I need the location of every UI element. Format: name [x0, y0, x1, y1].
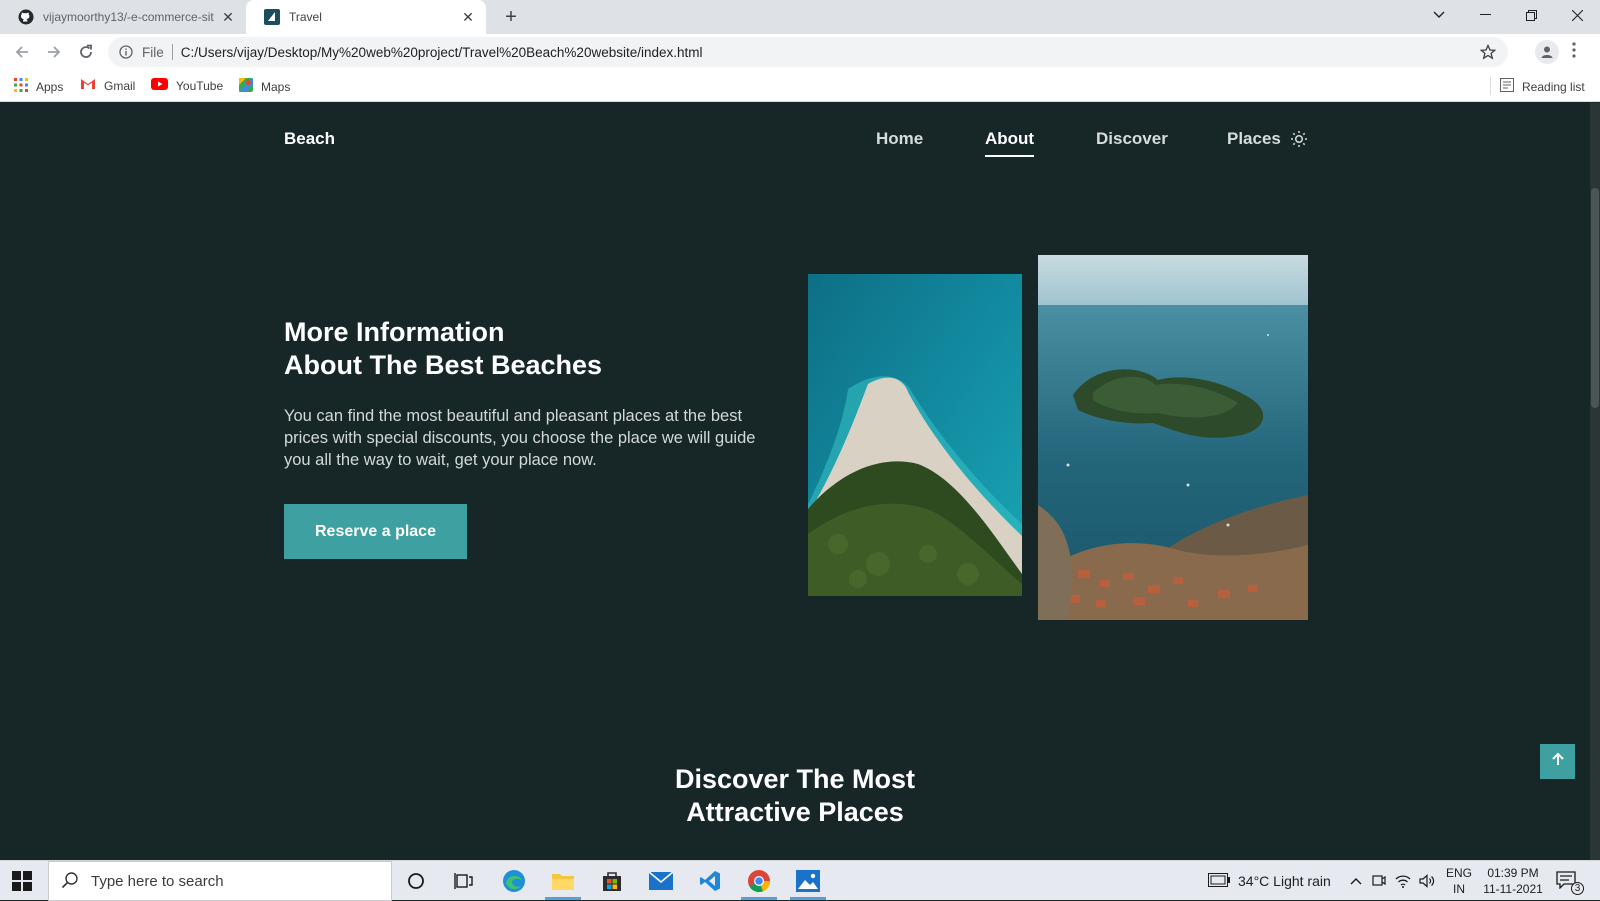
- page-viewport: Beach Home About Discover Places More In…: [0, 103, 1600, 860]
- bookmark-label: Apps: [36, 79, 64, 94]
- url-text[interactable]: C:/Users/vijay/Desktop/My%20web%20projec…: [181, 45, 703, 60]
- reserve-place-button[interactable]: Reserve a place: [284, 504, 467, 559]
- about-image-beach: [808, 274, 1022, 596]
- bookmark-gmail[interactable]: Gmail: [80, 78, 135, 93]
- input-language-indicator[interactable]: ENG IN: [1444, 865, 1474, 897]
- tab-travel[interactable]: Travel ✕: [246, 0, 486, 34]
- chrome-icon[interactable]: [735, 861, 783, 901]
- about-title-line2: About The Best Beaches: [284, 350, 603, 380]
- sun-theme-toggle-icon[interactable]: [1290, 130, 1308, 148]
- task-view-icon[interactable]: [440, 861, 488, 901]
- arrow-up-icon: [1551, 752, 1565, 771]
- volume-speaker-icon[interactable]: [1419, 861, 1435, 901]
- search-icon: [61, 871, 81, 891]
- discover-title-line2: Attractive Places: [686, 797, 904, 827]
- bookmark-youtube[interactable]: YouTube: [151, 78, 223, 93]
- new-tab-button[interactable]: +: [498, 4, 524, 30]
- weather-widget[interactable]: 34°C Light rain: [1208, 861, 1331, 901]
- discover-section-title: Discover The Most Attractive Places: [600, 763, 990, 829]
- scheme-label: File: [142, 44, 164, 60]
- more-menu-icon[interactable]: [1572, 42, 1580, 63]
- windows-start-icon[interactable]: [12, 871, 34, 891]
- action-center-notifications[interactable]: 3: [1556, 861, 1584, 901]
- restore-icon[interactable]: [1508, 0, 1554, 30]
- clock-time: 01:39 PM: [1487, 866, 1539, 880]
- battery-weather-icon: [1208, 872, 1230, 890]
- bookmark-label: Gmail: [104, 78, 136, 93]
- bookmark-apps[interactable]: Apps: [14, 78, 63, 95]
- photos-icon[interactable]: [784, 861, 832, 901]
- nav-discover[interactable]: Discover: [1096, 129, 1168, 149]
- scroll-to-top-button[interactable]: [1540, 744, 1575, 779]
- youtube-icon: [151, 78, 168, 93]
- tab-search-chevron-icon[interactable]: [1416, 0, 1462, 30]
- about-title-line1: More Information: [284, 317, 505, 347]
- close-window-icon[interactable]: [1554, 0, 1600, 30]
- discover-title-line1: Discover The Most: [674, 764, 916, 794]
- profile-avatar-icon[interactable]: [1535, 40, 1559, 64]
- forward-arrow-icon[interactable]: [42, 40, 66, 64]
- bookmark-label: Maps: [261, 79, 291, 94]
- back-arrow-icon[interactable]: [10, 40, 34, 64]
- maps-icon: [239, 78, 253, 95]
- search-placeholder: Type here to search: [91, 872, 224, 890]
- browser-tab-strip: vijaymoorthy13/-e-commerce-sit ✕ Travel …: [0, 0, 1600, 34]
- tab-title: Travel: [289, 10, 322, 24]
- browser-toolbar: File C:/Users/vijay/Desktop/My%20web%20p…: [0, 34, 1600, 70]
- microsoft-store-icon[interactable]: [588, 861, 636, 901]
- about-description: You can find the most beautiful and plea…: [284, 407, 756, 469]
- reading-list-label: Reading list: [1522, 79, 1585, 94]
- show-hidden-icons-chevron-icon[interactable]: [1350, 861, 1362, 901]
- meet-now-icon[interactable]: [1372, 861, 1386, 901]
- notification-count: 3: [1571, 882, 1584, 895]
- page-scrollbar[interactable]: [1590, 103, 1600, 860]
- reading-list-button[interactable]: Reading list: [1490, 77, 1585, 95]
- address-divider: [171, 44, 173, 60]
- lang-line2: IN: [1453, 882, 1465, 896]
- tab-github[interactable]: vijaymoorthy13/-e-commerce-sit ✕: [0, 0, 246, 34]
- bookmarks-bar: Apps Gmail YouTube Maps Reading list: [0, 70, 1600, 102]
- site-logo[interactable]: Beach: [284, 129, 335, 149]
- reload-icon[interactable]: [74, 40, 98, 64]
- site-info-icon[interactable]: [118, 44, 134, 60]
- nav-places[interactable]: Places: [1227, 129, 1281, 149]
- about-title: More Information About The Best Beaches: [284, 316, 764, 382]
- taskbar-search-box[interactable]: Type here to search: [48, 861, 392, 901]
- file-explorer-icon[interactable]: [539, 861, 587, 901]
- edge-browser-icon[interactable]: [490, 861, 538, 901]
- address-bar[interactable]: File C:/Users/vijay/Desktop/My%20web%20p…: [108, 37, 1508, 67]
- cortana-icon[interactable]: [392, 861, 440, 901]
- github-icon: [18, 9, 34, 25]
- vscode-icon[interactable]: [686, 861, 734, 901]
- apps-grid-icon: [14, 78, 28, 95]
- scrollbar-thumb[interactable]: [1591, 188, 1599, 408]
- windows-taskbar: Type here to search 34°C Light rain ENG …: [0, 860, 1600, 901]
- gmail-icon: [80, 78, 96, 93]
- site-header: Beach Home About Discover Places: [0, 103, 1590, 175]
- minimize-icon[interactable]: [1462, 0, 1508, 30]
- close-tab-icon[interactable]: ✕: [458, 9, 478, 26]
- nav-home[interactable]: Home: [876, 129, 923, 149]
- lang-line1: ENG: [1445, 866, 1472, 880]
- travel-favicon-icon: [264, 9, 280, 25]
- bookmark-maps[interactable]: Maps: [239, 78, 290, 95]
- bookmark-star-icon[interactable]: [1479, 43, 1497, 63]
- weather-text: 34°C Light rain: [1238, 873, 1331, 889]
- nav-about[interactable]: About: [985, 129, 1035, 157]
- network-wifi-icon[interactable]: [1395, 861, 1411, 901]
- tab-title: vijaymoorthy13/-e-commerce-sit: [43, 10, 214, 24]
- about-image-island: [1038, 255, 1308, 620]
- system-clock[interactable]: 01:39 PM 11-11-2021: [1478, 865, 1548, 897]
- notification-icon: 3: [1556, 871, 1584, 895]
- bookmark-label: YouTube: [176, 78, 224, 93]
- clock-date: 11-11-2021: [1483, 882, 1543, 896]
- mail-icon[interactable]: [637, 861, 685, 901]
- reading-list-icon: [1500, 78, 1514, 95]
- close-tab-icon[interactable]: ✕: [218, 9, 238, 26]
